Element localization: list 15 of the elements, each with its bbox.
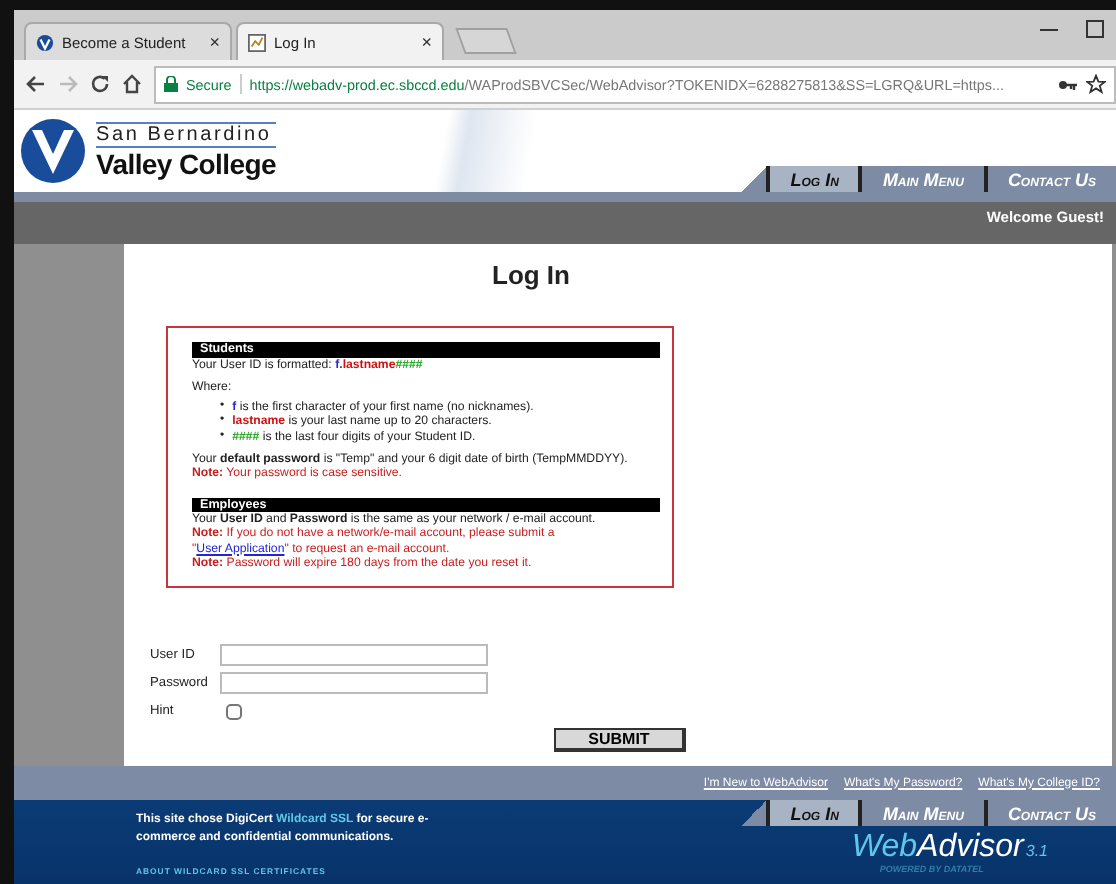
logo-text: Advisor	[917, 830, 1024, 865]
nav-tab[interactable]: Log In	[766, 166, 859, 192]
tab-close-button[interactable]: ×	[421, 32, 432, 52]
nav-tab[interactable]: Log In	[766, 800, 859, 826]
tab-close-button[interactable]: ×	[209, 32, 220, 52]
nav-tab[interactable]: Contact Us	[983, 166, 1116, 192]
nav-tab[interactable]: Main Menu	[858, 166, 984, 192]
page-title: Log In	[490, 260, 572, 290]
nav-tab[interactable]: Contact Us	[983, 800, 1116, 826]
nav-tab[interactable]: Main Menu	[858, 800, 984, 826]
college-name: San Bernardino	[96, 121, 276, 147]
logo-version: 3.1	[1025, 842, 1048, 860]
submit-button[interactable]: SUBMIT	[554, 728, 686, 752]
college-name: Valley College	[96, 147, 276, 179]
logo-text: Web	[851, 830, 918, 865]
